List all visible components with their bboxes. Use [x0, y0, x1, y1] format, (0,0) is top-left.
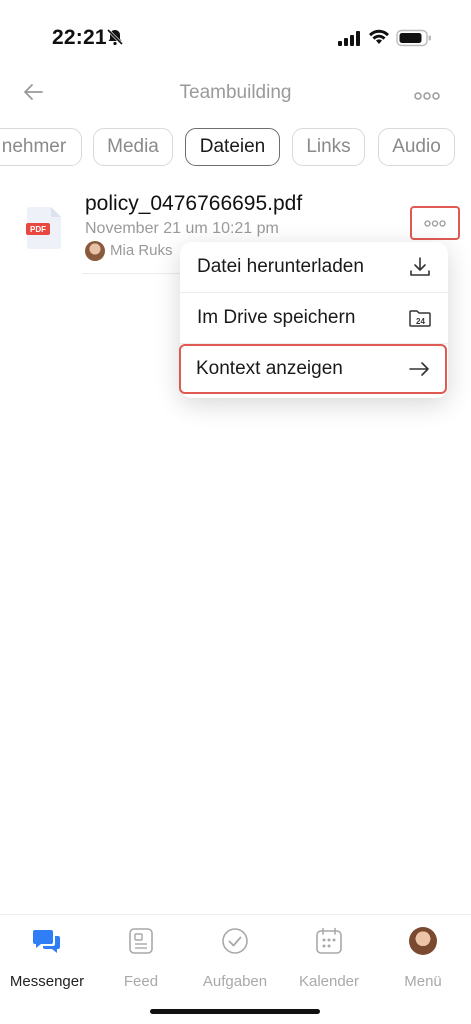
home-indicator: [150, 1009, 320, 1014]
more-options-icon[interactable]: [414, 88, 440, 106]
status-time: 22:21: [52, 26, 107, 49]
menu-item-download[interactable]: Datei herunterladen: [180, 242, 448, 292]
svg-text:24: 24: [416, 317, 425, 326]
nav-messenger[interactable]: Messenger: [0, 925, 94, 990]
nav-aufgaben[interactable]: Aufgaben: [188, 925, 282, 990]
more-options-icon: [424, 219, 446, 227]
page-title: Teambuilding: [179, 82, 292, 103]
feed-icon: [128, 927, 154, 960]
tab-media[interactable]: Media: [93, 128, 173, 166]
chat-bubbles-icon: [32, 927, 62, 960]
tab-dateien[interactable]: Dateien: [185, 128, 280, 166]
download-icon: [408, 255, 432, 284]
tab-audio[interactable]: Audio: [378, 128, 455, 166]
pdf-file-icon: PDF: [26, 206, 62, 255]
file-context-menu: Datei herunterladen Im Drive speichern 2…: [179, 242, 448, 398]
nav-kalender[interactable]: Kalender: [282, 925, 376, 990]
file-more-options-button[interactable]: [410, 206, 460, 240]
tab-teilnehmer[interactable]: nehmer: [0, 128, 82, 166]
status-bar: 22:21: [0, 0, 471, 76]
svg-text:PDF: PDF: [30, 225, 46, 234]
avatar-icon: [409, 927, 437, 955]
signal-icon: [338, 31, 362, 51]
file-date: November 21 um 10:21 pm: [85, 220, 279, 237]
menu-item-save-drive[interactable]: Im Drive speichern 24: [180, 293, 448, 343]
nav-feed[interactable]: Feed: [94, 925, 188, 990]
menu-item-show-context[interactable]: Kontext anzeigen: [179, 344, 447, 394]
file-name: policy_0476766695.pdf: [85, 192, 303, 215]
bottom-navigation: Messenger Feed Aufgaben Kalender Menü: [0, 914, 471, 995]
header: Teambuilding: [0, 72, 471, 112]
arrow-right-icon: [407, 357, 431, 386]
bell-muted-icon: [106, 28, 124, 51]
nav-menu[interactable]: Menü: [376, 925, 470, 990]
wifi-icon: [368, 28, 390, 51]
battery-icon: [396, 29, 432, 52]
filter-tabs: nehmer Media Dateien Links Audio: [0, 128, 471, 170]
avatar: [85, 241, 105, 261]
drive-folder-icon: 24: [408, 306, 432, 335]
tab-links[interactable]: Links: [292, 128, 365, 166]
calendar-icon: [315, 927, 343, 960]
check-circle-icon: [221, 927, 249, 960]
file-author: Mia Ruks: [110, 242, 173, 259]
